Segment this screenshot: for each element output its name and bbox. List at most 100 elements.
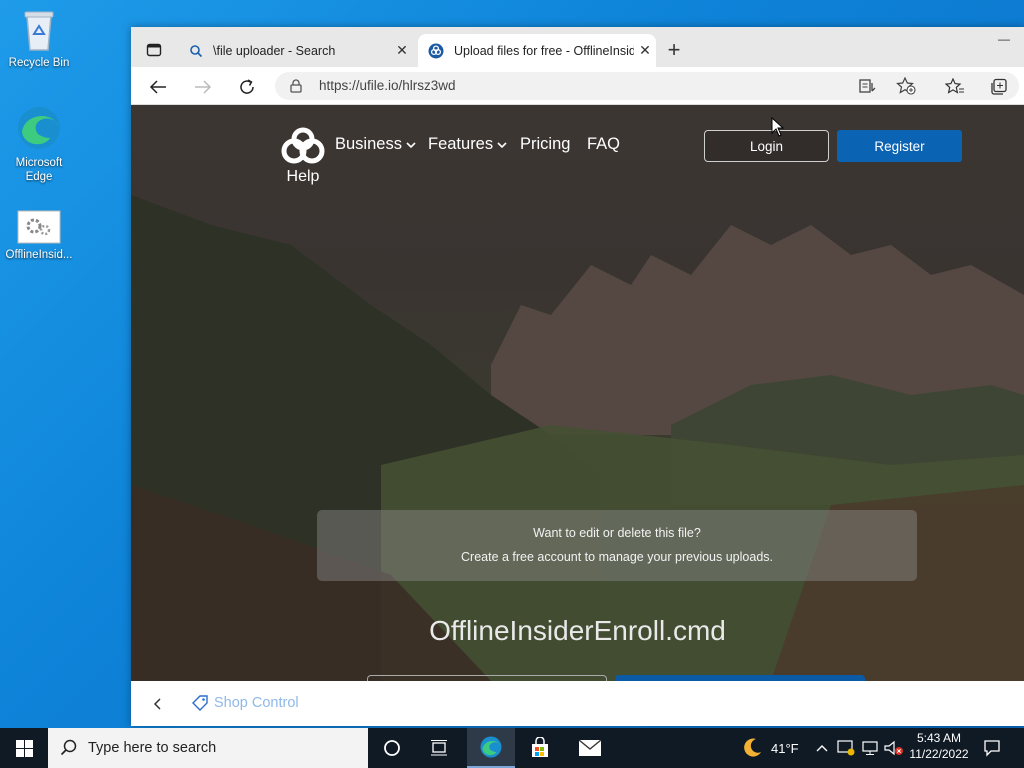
ufile-logo-icon [281, 127, 325, 164]
network-icon [862, 741, 878, 755]
clock-date: 11/22/2022 [909, 747, 969, 761]
logo-label: Help [286, 168, 320, 185]
clock[interactable]: 5:43 AM 11/22/2022 [906, 731, 972, 761]
forward-button[interactable] [192, 76, 214, 98]
cortana-button[interactable] [378, 728, 406, 768]
url-text: https://ufile.io/hlrsz3wd [319, 78, 456, 93]
store-icon [532, 737, 548, 757]
nav-label: Pricing [520, 135, 571, 153]
taskbar-store[interactable] [522, 728, 558, 768]
lock-icon [290, 79, 302, 93]
windows-logo-icon [15, 739, 33, 757]
shop-control[interactable]: Shop Control [191, 694, 299, 712]
weather-button[interactable] [740, 736, 764, 760]
taskbar-mail[interactable] [572, 728, 608, 768]
recycle-bin-icon [19, 8, 59, 52]
notifications-button[interactable] [980, 736, 1004, 760]
favorites-button[interactable] [944, 76, 966, 98]
settings-file-icon [17, 210, 61, 244]
favorites-icon [945, 78, 964, 94]
desktop-icon-cmd-file[interactable]: OfflineInsid... [0, 210, 78, 262]
weather-temp: 41°F [771, 741, 799, 756]
volume-button[interactable] [884, 738, 904, 758]
tab-actions-button[interactable] [143, 39, 165, 61]
ufile-favicon-icon [428, 43, 444, 58]
clock-time: 5:43 AM [916, 731, 962, 745]
search-icon [190, 44, 203, 57]
nav-features[interactable]: Features [428, 135, 507, 154]
chevron-left-icon [153, 698, 161, 710]
taskbar-search[interactable]: Type here to search [48, 728, 368, 768]
notice-line-2: Create a free account to manage your pre… [461, 550, 773, 564]
tab-title: \file uploader - Search [213, 43, 336, 58]
nav-pricing[interactable]: Pricing [520, 135, 570, 154]
tab-bar: \file uploader - Search ✕ Upload files f… [131, 27, 1024, 67]
edge-icon [480, 736, 502, 758]
file-name: OfflineInsiderEnroll.cmd [429, 615, 726, 646]
shop-control-label: Shop Control [214, 695, 299, 711]
collections-button[interactable] [988, 76, 1010, 98]
desktop-icon-label: Microsoft Edge [15, 157, 63, 183]
chevron-up-icon [816, 745, 828, 752]
network-button[interactable] [860, 738, 880, 758]
register-button[interactable]: Register [837, 130, 962, 162]
cortana-icon [384, 740, 400, 756]
nav-label: FAQ [587, 135, 621, 153]
account-notice: Want to edit or delete this file? Create… [317, 510, 917, 581]
add-favorite-button[interactable] [895, 75, 917, 97]
mountain-background [131, 195, 1024, 681]
close-tab-button[interactable]: ✕ [391, 42, 413, 59]
address-bar: https://ufile.io/hlrsz3wd [131, 67, 1024, 105]
start-button[interactable] [0, 728, 48, 768]
star-add-icon [896, 77, 916, 95]
refresh-icon [240, 79, 254, 94]
new-tab-button[interactable]: + [661, 37, 687, 63]
search-icon [60, 739, 77, 756]
security-tray-button[interactable] [836, 738, 856, 758]
desktop-icon-recycle-bin[interactable]: Recycle Bin [0, 8, 78, 70]
mouse-cursor-icon [771, 117, 785, 137]
web-page: Help Business Features Pricing FAQ Login… [131, 105, 1024, 681]
taskbar-edge[interactable] [467, 728, 515, 768]
volume-muted-icon [884, 740, 903, 756]
browser-window: \file uploader - Search ✕ Upload files f… [131, 27, 1024, 726]
chevron-down-icon [497, 141, 507, 148]
tab-ufile[interactable]: Upload files for free - OfflineInsid ✕ [418, 34, 656, 67]
edge-icon [16, 104, 62, 152]
tab-search[interactable]: \file uploader - Search ✕ [179, 34, 413, 67]
reader-icon [859, 79, 876, 93]
notice-line-1: Want to edit or delete this file? [533, 526, 701, 540]
minimize-button[interactable]: — [993, 31, 1015, 47]
collapse-button[interactable] [149, 695, 167, 713]
logo[interactable]: Help [271, 127, 335, 189]
collections-icon [991, 78, 1007, 95]
nav-label: Business [335, 135, 402, 153]
search-placeholder: Type here to search [88, 740, 217, 756]
arrow-left-icon [149, 80, 166, 94]
arrow-right-icon [195, 80, 212, 94]
taskbar: Type here to search 41°F 5:43 AM 11/22/2… [0, 728, 1024, 768]
task-view-button[interactable] [424, 728, 454, 768]
moon-icon [744, 738, 761, 757]
login-button[interactable]: Login [704, 130, 829, 162]
mail-icon [578, 739, 602, 756]
tab-title: Upload files for free - OfflineInsid [454, 43, 634, 58]
notification-icon [984, 740, 1000, 757]
security-warning-icon [837, 740, 855, 756]
back-button[interactable] [147, 76, 169, 98]
refresh-button[interactable] [236, 76, 258, 98]
nav-business[interactable]: Business [335, 135, 416, 154]
show-hidden-icons-button[interactable] [814, 740, 830, 756]
chevron-down-icon [406, 141, 416, 148]
desktop-icon-label: OfflineInsid... [5, 249, 73, 261]
shopping-bar: Shop Control [131, 681, 1024, 726]
nav-faq[interactable]: FAQ [587, 135, 620, 154]
url-field[interactable]: https://ufile.io/hlrsz3wd [275, 72, 1019, 100]
desktop-icon-label: Recycle Bin [8, 57, 70, 69]
desktop-icon-edge[interactable]: Microsoft Edge [0, 104, 78, 184]
task-view-icon [431, 740, 447, 756]
nav-label: Features [428, 135, 494, 153]
immersive-reader-button[interactable] [857, 75, 879, 97]
close-tab-button[interactable]: ✕ [634, 42, 656, 59]
tag-icon [192, 695, 208, 711]
